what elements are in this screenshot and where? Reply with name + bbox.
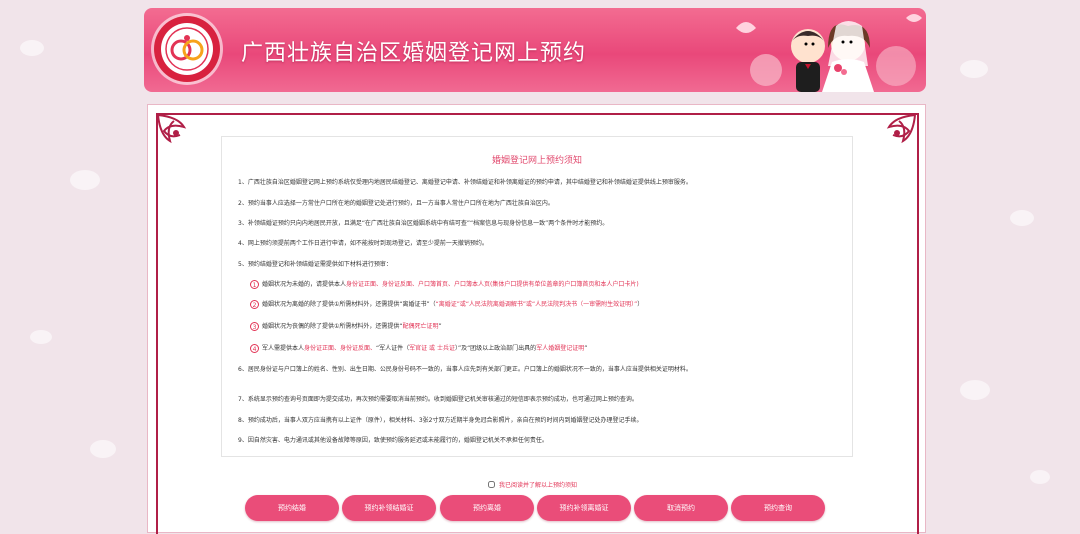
item-number-badge: 1 xyxy=(250,280,259,289)
material-text: 婚姻状况为丧偶的除了提供①所需材料外，还需提供“ xyxy=(262,323,403,330)
notice-box: 婚姻登记网上预约须知 1、广西壮族自治区婚姻登记网上预约系统仅受理内地居民结婚登… xyxy=(221,136,853,457)
notice-title: 婚姻登记网上预约须知 xyxy=(491,156,582,166)
petal-decoration xyxy=(960,380,990,400)
material-highlight: 军官证 或 士兵证 xyxy=(409,345,455,352)
item-number-badge: 3 xyxy=(250,322,259,331)
material-highlight: 配偶死亡证明 xyxy=(402,323,439,330)
material-text: ” xyxy=(584,345,588,352)
notice-item: 5、预约结婚登记和补领结婚证需提供如下材料进行预审： xyxy=(238,261,392,268)
notice-item: 2、预约当事人应选择一方常住户口所在地的婚姻登记处进行预约，且一方当事人常住户口… xyxy=(238,200,554,207)
material-highlight: “离婚证”或“人民法院离婚调解书”或“人民法院判决书（一审需附生效证明）” xyxy=(435,301,638,308)
material-text: “军人证件（ xyxy=(376,345,410,352)
notice-item: 3、补领结婚证预约只向内地居民开放，且满足“在广西壮族自治区婚姻系统中有结可查”… xyxy=(238,220,609,227)
header-banner: 广西壮族自治区婚姻登记网上预约 xyxy=(144,8,926,92)
material-text: 婚姻状况为离婚的除了提供①所需材料外，还需提供“离婚证书”（ xyxy=(262,301,436,308)
notice-item: 6、居民身份证与户口簿上的姓名、性别、出生日期、公民身份号码不一致的，当事人应先… xyxy=(238,366,692,373)
book-divorce-button[interactable]: 预约离婚 xyxy=(440,495,534,521)
material-text: ） xyxy=(637,301,644,308)
cancel-booking-button[interactable]: 取消预约 xyxy=(634,495,728,521)
site-title: 广西壮族自治区婚姻登记网上预约 xyxy=(241,41,587,66)
book-marriage-button[interactable]: 预约结婚 xyxy=(245,495,339,521)
query-booking-button[interactable]: 预约查询 xyxy=(731,495,825,521)
petal-decoration xyxy=(1010,210,1034,226)
notice-item: 7、系统显示预约查询号页面即为提交成功，再次预约需要取消当前预约。收到婚姻登记机… xyxy=(238,396,638,403)
material-text: 军人需提供本人 xyxy=(262,345,305,352)
petal-decoration xyxy=(1030,470,1050,484)
petal-decoration xyxy=(30,330,52,344)
material-text: 婚姻状况为未婚的，请提供本人 xyxy=(262,281,347,288)
material-text: ）”及“团级以上政治部门出具的 xyxy=(454,345,537,352)
petal-decoration xyxy=(70,170,100,190)
material-item: 2 婚姻状况为离婚的除了提供①所需材料外，还需提供“离婚证书”（ “离婚证”或“… xyxy=(250,300,643,309)
petal-decoration xyxy=(960,60,988,78)
material-item: 4 军人需提供本人 身份证正面、身份证反面、 “军人证件（ 军官证 或 士兵证 … xyxy=(250,344,587,353)
wedding-couple-illustration xyxy=(736,14,922,92)
notice-item: 9、因自然灾害、电力通讯或其他设备故障等原因，致使预约服务延迟或未能履行的，婚姻… xyxy=(238,437,548,444)
corner-ornament-icon xyxy=(157,114,187,144)
material-text: ” xyxy=(438,323,442,330)
petal-decoration xyxy=(90,440,116,458)
agree-checkbox-row[interactable]: 我已阅读并了解以上预约须知 xyxy=(488,480,577,489)
agree-label: 我已阅读并了解以上预约须知 xyxy=(499,482,578,489)
material-highlight: 军人婚姻登记证明 xyxy=(536,345,585,352)
material-highlight: 身份证正面、身份证反面、户口簿首页、户口簿本人页(集体户口提供有单位盖章的户口簿… xyxy=(346,281,639,288)
logo-emblem xyxy=(161,23,213,75)
book-reissue-marriage-cert-button[interactable]: 预约补领结婚证 xyxy=(342,495,436,521)
material-item: 3 婚姻状况为丧偶的除了提供①所需材料外，还需提供“ 配偶死亡证明 ” xyxy=(250,322,442,331)
petal-decoration xyxy=(20,40,44,56)
notice-item: 4、网上预约须提前两个工作日进行申请，如不能按时到现场登记，请至少提前一天撤销预… xyxy=(238,240,488,247)
notice-item: 8、预约成功后，当事人双方应当携有以上证件（原件），相关材料、3张2寸双方近期半… xyxy=(238,417,643,424)
site-logo xyxy=(154,16,220,82)
item-number-badge: 2 xyxy=(250,300,259,309)
agree-checkbox[interactable] xyxy=(488,481,495,488)
notice-item: 1、广西壮族自治区婚姻登记网上预约系统仅受理内地居民结婚登记、离婚登记申请、补领… xyxy=(238,179,692,186)
item-number-badge: 4 xyxy=(250,344,259,353)
material-item: 1 婚姻状况为未婚的，请提供本人 身份证正面、身份证反面、户口簿首页、户口簿本人… xyxy=(250,280,639,289)
corner-ornament-icon xyxy=(886,114,916,144)
book-reissue-divorce-cert-button[interactable]: 预约补领离婚证 xyxy=(537,495,631,521)
material-highlight: 身份证正面、身份证反面、 xyxy=(304,345,377,352)
